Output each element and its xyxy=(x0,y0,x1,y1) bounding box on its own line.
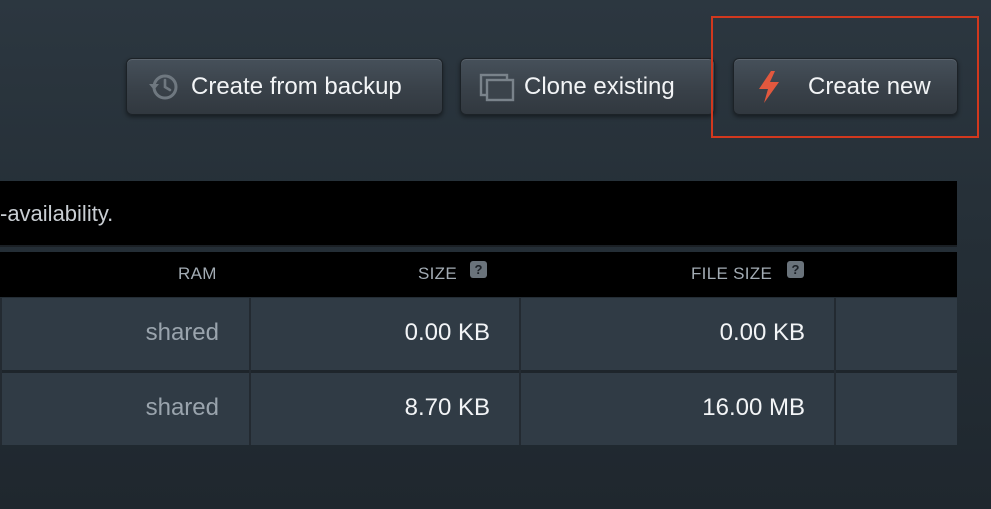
file-size-cell: 16.00 MB xyxy=(702,394,805,421)
create-new-button[interactable]: Create new xyxy=(733,58,958,115)
size-cell: 8.70 KB xyxy=(404,394,490,421)
clone-existing-label: Clone existing xyxy=(524,72,675,100)
table-row[interactable]: shared 8.70 KB 16.00 MB xyxy=(0,373,957,445)
lightning-bolt-icon xyxy=(754,69,784,105)
column-divider xyxy=(0,298,2,445)
history-icon xyxy=(147,70,181,104)
column-header-size: SIZE xyxy=(418,264,457,283)
column-header-file-size: FILE SIZE xyxy=(691,264,773,283)
column-divider xyxy=(519,298,521,445)
column-divider xyxy=(249,298,251,445)
clone-icon xyxy=(478,70,516,104)
size-cell: 0.00 KB xyxy=(404,319,490,346)
ram-cell: shared xyxy=(145,394,219,421)
table-header: RAM SIZE ? FILE SIZE ? xyxy=(0,252,957,297)
size-help-icon[interactable]: ? xyxy=(470,261,487,278)
create-from-backup-button[interactable]: Create from backup xyxy=(126,58,443,115)
info-banner: -availability. xyxy=(0,181,957,247)
create-from-backup-label: Create from backup xyxy=(191,72,402,100)
ram-cell: shared xyxy=(145,319,219,346)
file-size-cell: 0.00 KB xyxy=(719,319,805,346)
column-header-ram: RAM xyxy=(178,264,217,283)
clone-existing-button[interactable]: Clone existing xyxy=(460,58,715,115)
create-new-label: Create new xyxy=(808,72,931,100)
file-size-help-icon[interactable]: ? xyxy=(787,261,804,278)
banner-text: -availability. xyxy=(0,201,114,226)
table-row[interactable]: shared 0.00 KB 0.00 KB xyxy=(0,298,957,370)
column-divider xyxy=(834,298,836,445)
